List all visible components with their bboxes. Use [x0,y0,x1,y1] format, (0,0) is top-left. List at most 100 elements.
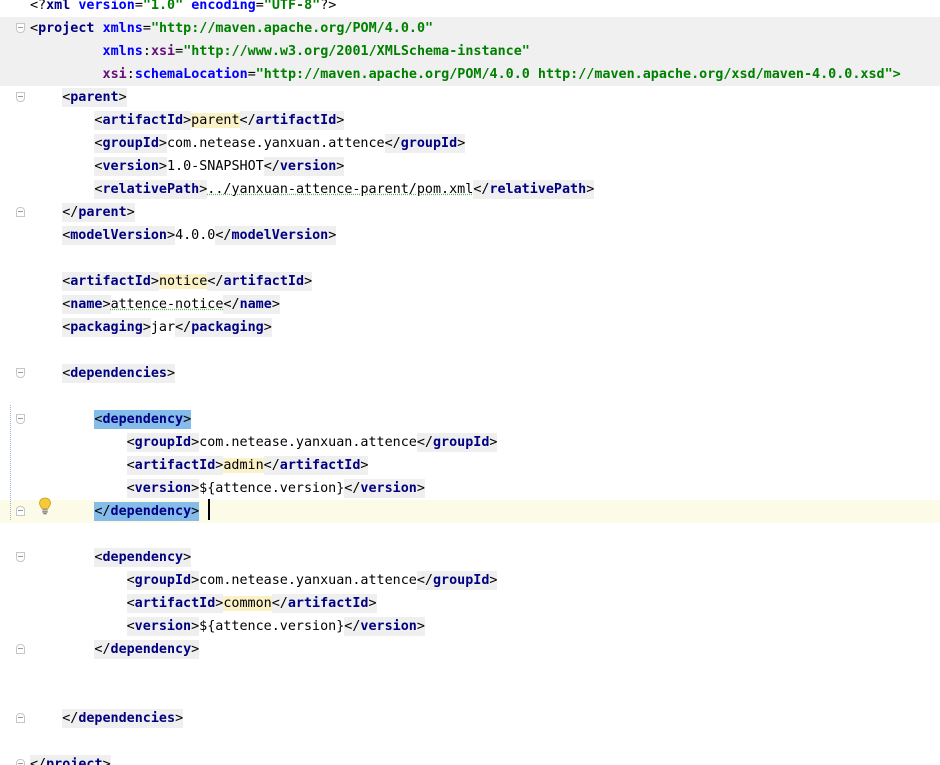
fold-toggle-icon[interactable] [16,759,25,765]
code-line[interactable]: xsi:schemaLocation="http://maven.apache.… [0,63,940,86]
code-text[interactable]: xsi:schemaLocation="http://maven.apache.… [30,63,901,86]
code-text[interactable]: <relativePath>../yanxuan-attence-parent/… [94,178,595,201]
code-text[interactable]: xmlns:xsi="http://www.w3.org/2001/XMLSch… [30,40,530,63]
code-text[interactable]: <dependencies> [62,362,176,385]
code-line[interactable]: <relativePath>../yanxuan-attence-parent/… [0,178,940,201]
code-text[interactable]: <packaging>jar</packaging> [62,316,272,339]
code-line[interactable] [0,523,940,546]
code-line[interactable] [0,385,940,408]
opening-tag-groupid[interactable]: <groupId> [126,433,200,452]
code-line[interactable]: <artifactId>admin</artifactId> [0,454,940,477]
code-line[interactable]: </project> [0,753,940,765]
closing-tag-version[interactable]: </version> [344,617,425,636]
fold-toggle-icon[interactable] [16,506,25,516]
code-text[interactable]: <modelVersion>4.0.0</modelVersion> [62,224,337,247]
closing-tag-groupid[interactable]: </groupId> [384,134,466,153]
opening-tag-version[interactable]: <version> [94,157,167,176]
code-line[interactable]: <version>${attence.version}</version> [0,477,940,500]
opening-tag-parent[interactable]: <parent> [62,88,127,107]
code-line[interactable]: </dependency> [0,500,940,523]
code-line[interactable]: <parent> [0,86,940,109]
code-text[interactable]: <artifactId>parent</artifactId> [94,109,345,132]
code-text[interactable]: </dependency> [94,500,200,523]
code-line[interactable]: <dependencies> [0,362,940,385]
closing-tag-dependency[interactable]: </dependency> [94,640,200,659]
code-line[interactable]: <name>attence-notice</name> [0,293,940,316]
code-text[interactable]: <dependency> [94,546,192,569]
code-text[interactable]: <version>${attence.version}</version> [126,615,425,638]
code-text[interactable]: <artifactId>common</artifactId> [126,592,377,615]
code-line[interactable]: <artifactId>common</artifactId> [0,592,940,615]
code-text[interactable]: <name>attence-notice</name> [62,293,280,316]
code-text[interactable]: <groupId>com.netease.yanxuan.attence</gr… [126,431,498,454]
code-text[interactable]: <groupId>com.netease.yanxuan.attence</gr… [94,132,466,155]
closing-tag-project[interactable]: </project> [30,755,111,765]
closing-tag-dependencies[interactable]: </dependencies> [62,709,184,728]
closing-tag-parent[interactable]: </parent> [62,203,135,222]
code-line[interactable]: <artifactId>notice</artifactId> [0,270,940,293]
code-line[interactable]: <project xmlns="http://maven.apache.org/… [0,17,940,40]
code-text[interactable]: </project> [30,753,111,765]
code-line[interactable]: <groupId>com.netease.yanxuan.attence</gr… [0,132,940,155]
closing-tag-modelversion[interactable]: </modelVersion> [215,226,337,245]
code-line[interactable] [0,339,940,362]
code-line[interactable]: <version>${attence.version}</version> [0,615,940,638]
fold-toggle-icon[interactable] [16,207,25,217]
code-text[interactable]: <?xml version="1.0" encoding="UTF-8"?> [30,0,336,17]
fold-toggle-icon[interactable] [16,92,25,102]
closing-tag-relativepath[interactable]: </relativePath> [473,180,595,199]
code-text[interactable]: <parent> [62,86,127,109]
opening-tag-version[interactable]: <version> [126,617,200,636]
closing-tag-version[interactable]: </version> [344,479,425,498]
code-line[interactable]: </dependencies> [0,707,940,730]
code-line[interactable] [0,684,940,707]
code-line[interactable]: <groupId>com.netease.yanxuan.attence</gr… [0,431,940,454]
lightbulb-icon[interactable] [38,497,52,515]
code-text[interactable]: <groupId>com.netease.yanxuan.attence</gr… [126,569,498,592]
code-line[interactable] [0,730,940,753]
opening-tag-dependency[interactable]: <dependency> [94,410,192,429]
fold-toggle-icon[interactable] [16,552,25,562]
code-line[interactable]: <modelVersion>4.0.0</modelVersion> [0,224,940,247]
closing-tag-packaging[interactable]: </packaging> [175,318,272,337]
fold-toggle-icon[interactable] [16,414,25,424]
code-line[interactable]: <groupId>com.netease.yanxuan.attence</gr… [0,569,940,592]
code-text[interactable]: <dependency> [94,408,192,431]
opening-tag-artifactid[interactable]: <artifactId> [126,456,224,475]
closing-tag-version[interactable]: </version> [263,157,345,176]
opening-tag-relativepath[interactable]: <relativePath> [94,180,208,199]
opening-tag-groupid[interactable]: <groupId> [126,571,200,590]
opening-tag-packaging[interactable]: <packaging> [62,318,151,337]
code-text[interactable]: <version>${attence.version}</version> [126,477,425,500]
fold-toggle-icon[interactable] [16,713,25,723]
opening-tag-name[interactable]: <name> [62,295,111,314]
closing-tag-artifactid[interactable]: </artifactId> [263,456,369,475]
fold-toggle-icon[interactable] [16,23,25,33]
code-text[interactable]: </parent> [62,201,135,224]
code-line[interactable]: <dependency> [0,546,940,569]
code-text[interactable]: <artifactId>notice</artifactId> [62,270,313,293]
code-text[interactable]: <artifactId>admin</artifactId> [126,454,369,477]
code-line[interactable]: </parent> [0,201,940,224]
code-line[interactable]: xmlns:xsi="http://www.w3.org/2001/XMLSch… [0,40,940,63]
code-line[interactable]: <?xml version="1.0" encoding="UTF-8"?> [0,0,940,17]
code-text[interactable]: </dependencies> [62,707,184,730]
opening-tag-artifactid[interactable]: <artifactId> [62,272,159,291]
closing-tag-artifactid[interactable]: </artifactId> [239,111,345,130]
opening-tag-dependency[interactable]: <dependency> [94,548,192,567]
code-text[interactable]: <version>1.0-SNAPSHOT</version> [94,155,345,178]
opening-tag-version[interactable]: <version> [126,479,200,498]
opening-tag-artifactid[interactable]: <artifactId> [94,111,192,130]
code-editor[interactable]: <?xml version="1.0" encoding="UTF-8"?> <p… [0,0,940,765]
closing-tag-name[interactable]: </name> [223,295,280,314]
code-line[interactable]: <version>1.0-SNAPSHOT</version> [0,155,940,178]
opening-tag-modelversion[interactable]: <modelVersion> [62,226,176,245]
opening-tag-groupid[interactable]: <groupId> [94,134,167,153]
code-line[interactable] [0,247,940,270]
code-line[interactable]: <artifactId>parent</artifactId> [0,109,940,132]
opening-tag-artifactid[interactable]: <artifactId> [126,594,224,613]
code-line[interactable]: <dependency> [0,408,940,431]
closing-tag-artifactid[interactable]: </artifactId> [271,594,377,613]
closing-tag-groupid[interactable]: </groupId> [416,433,498,452]
code-text[interactable]: </dependency> [94,638,200,661]
